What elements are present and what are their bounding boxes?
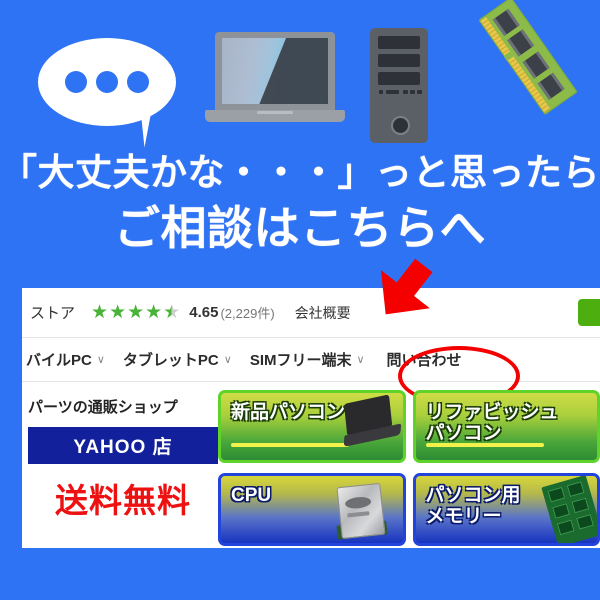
chevron-down-icon: ∨ xyxy=(96,354,105,366)
store-name: ストア xyxy=(30,305,76,322)
memory-module-icon xyxy=(452,0,592,150)
rating-value: 4.65 xyxy=(189,304,219,321)
store-badge: YAHOO 店 xyxy=(28,427,218,464)
store-info-column: パーツの通販ショップ YAHOO 店 送料無料 xyxy=(28,390,218,548)
desktop-tower-icon xyxy=(370,28,428,143)
cpu-art-package xyxy=(335,482,386,539)
tower-port xyxy=(417,90,422,94)
star-icon: ★ xyxy=(145,302,163,323)
rating-stars: ★ ★ ★ ★ ★ xyxy=(91,303,181,322)
memory-module-board xyxy=(478,0,578,115)
category-nav-bar: バイルPC ∨ タブレットPC ∨ SIMフリー端末 ∨ 問い合わせ xyxy=(22,338,600,382)
nav-item-contact[interactable]: 問い合わせ xyxy=(387,349,462,370)
tower-port xyxy=(410,90,415,94)
free-shipping-text: 送料無料 xyxy=(55,482,191,519)
nav-item-tablet-pc[interactable]: タブレットPC ∨ xyxy=(123,349,232,370)
headline-line-2: ご相談はこちらへ xyxy=(114,202,486,254)
tile-memory[interactable]: パソコン用 メモリー xyxy=(412,472,600,546)
promo-banner: 「大丈夫かな・・・」っと思ったら ご相談はこちらへ ストア ★ ★ ★ ★ ★ … xyxy=(0,0,600,600)
tower-port xyxy=(403,90,408,94)
nav-item-label: SIMフリー端末 xyxy=(249,352,352,369)
laptop-trackpad-notch xyxy=(257,111,293,114)
tile-refurbished-pc[interactable]: リファビッシュ パソコン xyxy=(412,390,600,463)
shop-tagline: パーツの通販ショップ xyxy=(28,399,178,416)
chevron-down-icon: ∨ xyxy=(356,354,365,366)
icon-row xyxy=(0,0,600,150)
laptop-icon xyxy=(205,32,345,142)
star-icon: ★ xyxy=(91,302,109,323)
tower-body xyxy=(370,28,428,143)
speech-bubble-dot xyxy=(127,71,149,93)
tower-port xyxy=(379,90,383,94)
rating-count: (2,229件) xyxy=(220,306,275,321)
speech-bubble-body xyxy=(38,38,176,126)
star-icon: ★ xyxy=(127,302,145,323)
ram-art-icon xyxy=(541,475,598,543)
tower-power-button-icon xyxy=(391,116,410,135)
nav-item-label: バイルPC xyxy=(26,352,92,369)
cpu-art-icon xyxy=(332,480,390,541)
laptop-lid xyxy=(215,32,335,110)
tower-drive-bay xyxy=(378,54,420,67)
laptop-art-icon xyxy=(336,394,403,455)
tile-label: リファビッシュ パソコン xyxy=(425,402,559,444)
nav-item-sim-free[interactable]: SIMフリー端末 ∨ xyxy=(250,349,365,370)
nav-item-label: タブレットPC xyxy=(122,352,219,369)
tile-label: パソコン用 メモリー xyxy=(425,484,521,527)
star-half-icon: ★ xyxy=(163,302,181,323)
tile-new-pc[interactable]: 新品パソコン xyxy=(218,390,406,463)
headline-line-1: 「大丈夫かな・・・」っと思ったら xyxy=(0,152,600,193)
star-icon: ★ xyxy=(109,302,127,323)
tile-label: 新品パソコン xyxy=(231,402,346,423)
cart-button[interactable] xyxy=(578,299,600,326)
nav-item-mobile-pc[interactable]: バイルPC ∨ xyxy=(26,349,105,370)
company-profile-link[interactable]: 会社概要 xyxy=(295,303,351,323)
tile-cpu[interactable]: CPU xyxy=(218,472,406,546)
tower-drive-bay xyxy=(378,36,420,49)
speech-bubble-dot xyxy=(96,71,118,93)
chevron-down-icon: ∨ xyxy=(223,354,232,366)
tile-label: CPU xyxy=(231,484,272,506)
store-screenshot-panel: ストア ★ ★ ★ ★ ★ 4.65 (2,229件) 会社概要 バイルPC ∨… xyxy=(22,288,600,548)
tile-underline xyxy=(425,443,544,447)
store-content-area: パーツの通販ショップ YAHOO 店 送料無料 新品パソコン リファビッシュ パ… xyxy=(22,382,600,548)
speech-bubble-dot xyxy=(65,71,87,93)
laptop-screen xyxy=(222,38,328,104)
tower-port xyxy=(386,90,399,94)
tower-drive-bay xyxy=(378,72,420,85)
store-header-bar: ストア ★ ★ ★ ★ ★ 4.65 (2,229件) 会社概要 xyxy=(22,288,600,338)
tile-underline xyxy=(231,443,349,447)
speech-bubble-icon xyxy=(38,38,198,148)
nav-item-label: 問い合わせ xyxy=(386,352,462,369)
category-tiles: 新品パソコン リファビッシュ パソコン CPU パソコン用 メモリー xyxy=(218,390,600,548)
laptop-screen-glare xyxy=(253,38,328,104)
